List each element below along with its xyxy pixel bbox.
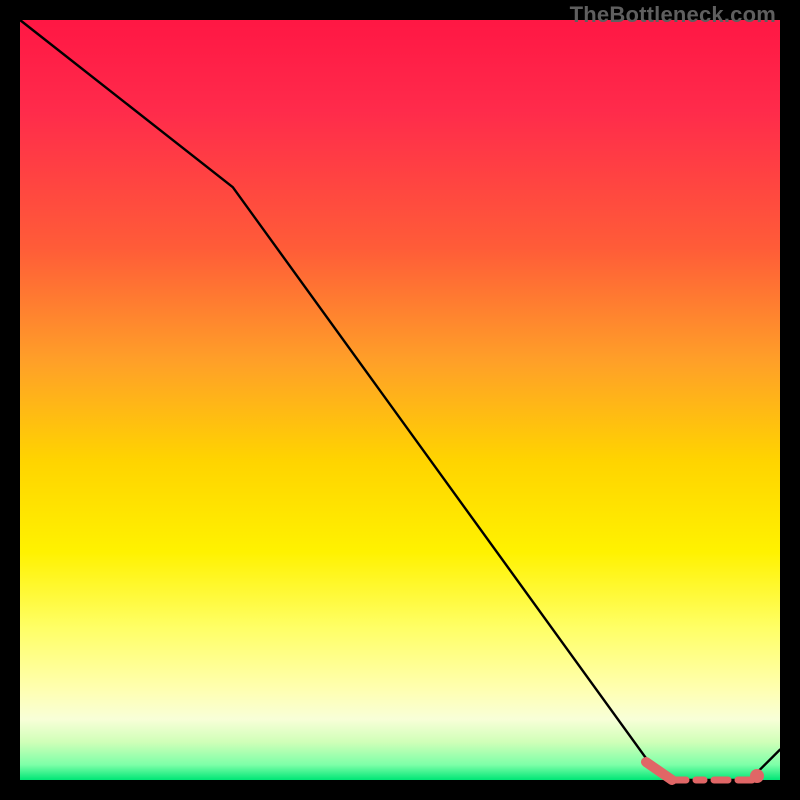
chart-svg [20,20,780,780]
curve-line [20,20,780,780]
watermark-text: TheBottleneck.com [570,4,776,26]
flat-region-solid [646,762,672,780]
flat-region-end-dot [750,769,764,783]
plot-area [20,20,780,780]
chart-frame: TheBottleneck.com [0,0,800,800]
